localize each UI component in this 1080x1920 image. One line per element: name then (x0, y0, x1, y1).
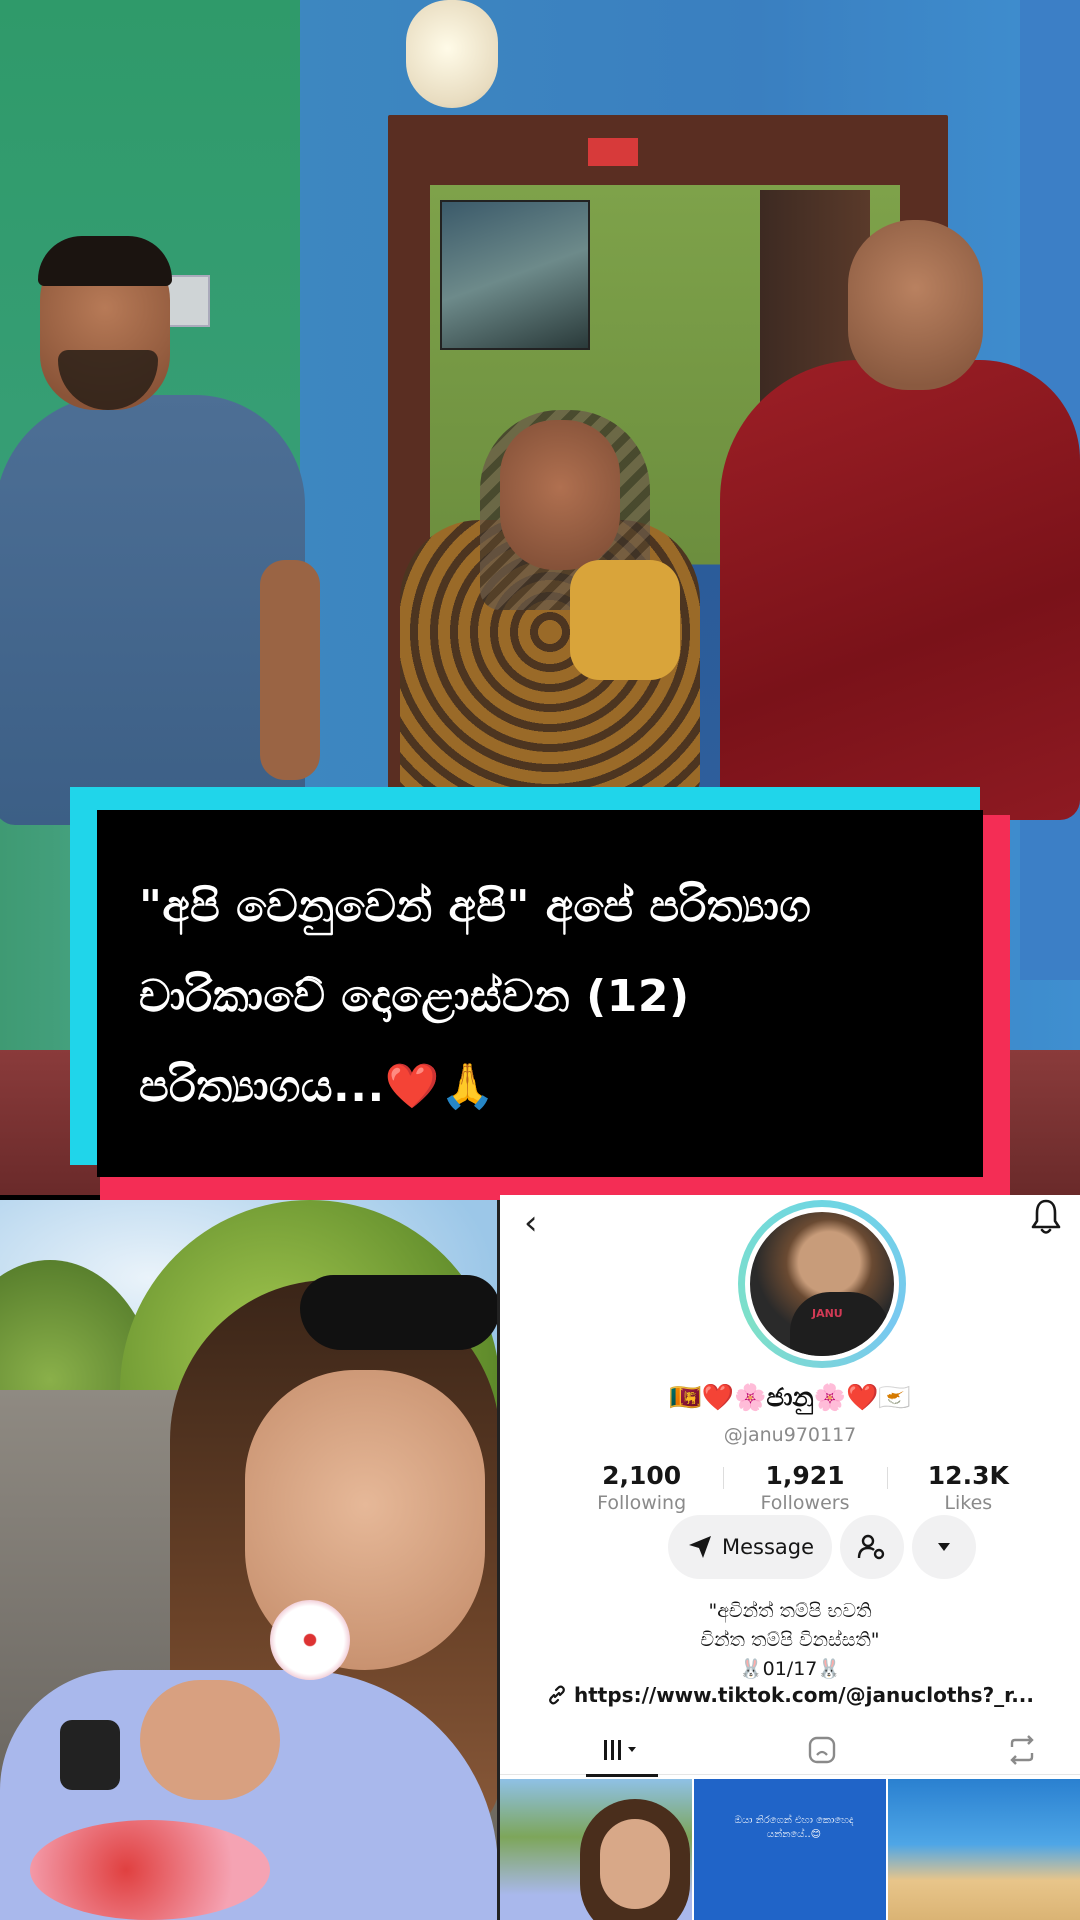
sunglasses (300, 1275, 498, 1350)
caption-line-1: "අපි වෙනුවෙන් අපි" අපේ පරිත්‍යාග (139, 881, 812, 932)
stat-followers[interactable]: 1,921 Followers (723, 1445, 886, 1525)
tab-liked[interactable] (992, 1735, 1052, 1765)
profile-panel: ‹ JANU 🇱🇰❤️🌸ජානු🌸❤️🇨🇾 @janu970117 2,100 … (500, 1195, 1080, 1920)
man-arm-right (260, 560, 320, 780)
caption-box: "අපි වෙනුවෙන් අපි" අපේ පරිත්‍යාග චාරිකාව… (97, 810, 983, 1177)
stat-likes[interactable]: 12.3K Likes (886, 1445, 1050, 1525)
stat-value: 2,100 (602, 1461, 682, 1490)
avatar-shirt (790, 1292, 890, 1356)
stat-label: Following (597, 1492, 687, 1514)
stat-value: 12.3K (927, 1461, 1009, 1490)
stat-label: Followers (760, 1492, 850, 1514)
more-button[interactable] (912, 1515, 976, 1579)
username: @janu970117 (723, 1424, 857, 1446)
woman-blouse (570, 560, 680, 680)
message-button[interactable]: Message (668, 1515, 832, 1579)
bio-line: "අචින්ත් තම්පි භවති (708, 1600, 872, 1622)
profile-actions: Message (500, 1515, 1080, 1581)
back-chevron-icon[interactable]: ‹ (524, 1203, 538, 1243)
user-settings-icon (857, 1534, 885, 1560)
bell-icon[interactable] (1030, 1197, 1062, 1237)
thumb-face (600, 1819, 670, 1909)
liked-icon (1010, 1735, 1034, 1765)
video-grid: ඔයා නිරගෙන් එහා කොහෙද යන්නයේ..😊 (500, 1779, 1080, 1920)
wall-poster (440, 200, 590, 350)
grid-icon (604, 1740, 636, 1760)
bio: "අචින්ත් තම්පි භවති චින්ත තම්පි විනස්සති… (500, 1597, 1080, 1684)
link-text: https://www.tiktok.com/@janucloths?_r... (574, 1683, 1034, 1707)
monk-robe (720, 360, 1080, 820)
stat-following[interactable]: 2,100 Following (560, 1445, 723, 1525)
thumb-caption: ඔයා නිරගෙන් එහා කොහෙද යන්නයේ..😊 (734, 1815, 854, 1840)
repost-icon (808, 1736, 836, 1764)
light-bulb (406, 0, 498, 108)
caption-line-2: චාරිකාවේ දොළොස්වන (12) (139, 971, 690, 1022)
bio-line: චින්ත තම්පි විනස්සති" (700, 1629, 880, 1651)
watch (60, 1720, 120, 1790)
hand (140, 1680, 280, 1800)
selfie-photo (0, 1200, 498, 1920)
man-hair (38, 236, 172, 286)
link-icon (549, 1685, 565, 1705)
avatar-shirt-logo: JANU (812, 1307, 843, 1320)
door-sticker (588, 138, 638, 166)
tab-reposts[interactable] (792, 1735, 852, 1765)
shirt-print (30, 1820, 270, 1920)
stat-value: 1,921 (765, 1461, 845, 1490)
caption-line-3: පරිත්‍යාගය...❤️🙏 (139, 1061, 496, 1112)
bio-line: 🐰01/17🐰 (738, 1658, 842, 1680)
message-label: Message (721, 1535, 815, 1559)
profile-tabs (500, 1725, 1080, 1777)
send-icon (688, 1536, 711, 1558)
woman-face (500, 420, 620, 570)
profile-link[interactable]: https://www.tiktok.com/@janucloths?_r... (500, 1683, 1080, 1707)
profile-stats: 2,100 Following 1,921 Followers 12.3K Li… (560, 1445, 1050, 1525)
flower (270, 1600, 350, 1680)
caret-down-icon (938, 1543, 950, 1551)
monk-face (848, 220, 983, 390)
video-thumbnail[interactable]: ඔයා නිරගෙන් එහා කොහෙද යන්නයේ..😊 (694, 1779, 886, 1920)
display-name: 🇱🇰❤️🌸ජානු🌸❤️🇨🇾 (669, 1383, 911, 1413)
video-thumbnail[interactable] (888, 1779, 1080, 1920)
avatar[interactable]: JANU (745, 1207, 899, 1361)
user-settings-button[interactable] (840, 1515, 904, 1579)
tab-videos[interactable] (586, 1735, 658, 1777)
video-thumbnail[interactable] (500, 1779, 692, 1920)
stat-label: Likes (944, 1492, 993, 1514)
